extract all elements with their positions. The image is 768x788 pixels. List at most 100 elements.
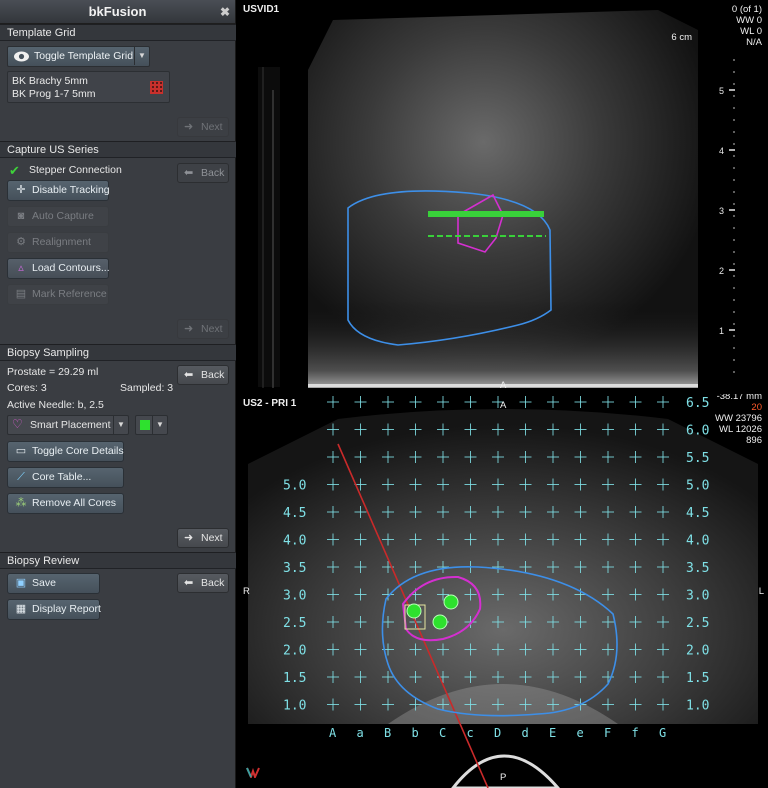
- placement-value: Smart Placement: [30, 419, 111, 431]
- grid-row-label: 2.0: [686, 644, 709, 659]
- biopsy-back-label: Back: [201, 369, 225, 381]
- grid-column-label: a: [357, 726, 364, 740]
- report-icon: ▦: [15, 603, 27, 615]
- arrow-right-icon: ➜: [184, 532, 194, 544]
- core-marker[interactable]: [406, 603, 422, 619]
- depth-scale: 5 4 3 2 1: [719, 59, 735, 373]
- display-report-button[interactable]: ▦ Display Report: [7, 599, 101, 620]
- sampled-count: Sampled: 3: [120, 382, 174, 394]
- depth-tick-label: 2: [719, 266, 724, 276]
- chevron-down-icon[interactable]: ▼: [152, 416, 167, 434]
- list-item[interactable]: BK Brachy 5mm: [12, 75, 88, 87]
- mark-reference-button[interactable]: ▤ Mark Reference: [7, 284, 109, 305]
- us-viewport-axial[interactable]: 6.5 6.0 5.5 5.0 5.0 4.5 4.5 4.0 4.0 3.5 3.5 3.0 3.0 2…: [238, 394, 768, 788]
- chevron-down-icon[interactable]: ▼: [134, 47, 149, 65]
- grid-row-label: 2.0: [283, 644, 306, 659]
- capture-next-button[interactable]: ➜ Next: [177, 319, 229, 339]
- review-back-button[interactable]: ⬅ Back: [177, 573, 229, 593]
- list-item[interactable]: BK Prog 1-7 5mm: [12, 88, 95, 100]
- needle-icon: ⟋: [17, 471, 25, 483]
- grid-row-label: 3.5: [283, 561, 306, 576]
- grid-row-label: 3.0: [283, 589, 306, 604]
- depth-tick-label: 4: [719, 146, 724, 156]
- realignment-button[interactable]: ⚙ Realignment: [7, 232, 109, 253]
- placement-select[interactable]: ♡ Smart Placement ▼: [7, 415, 129, 435]
- grid-row-label: 5.5: [686, 451, 709, 466]
- biopsy-next-label: Next: [201, 532, 223, 544]
- grid-row-label: 6.5: [686, 396, 709, 411]
- grid-column-label: B: [384, 726, 391, 740]
- capture-back-button[interactable]: ⬅ Back: [177, 163, 229, 183]
- depth-label: 6 cm: [671, 32, 692, 43]
- sagittal-ultrasound-image: 5 4 3 2 1: [258, 10, 735, 388]
- template-next-label: Next: [201, 121, 223, 133]
- grid-row-label: 1.5: [283, 671, 306, 686]
- core-marker[interactable]: [432, 614, 448, 630]
- left-marker: L: [758, 586, 764, 597]
- template-grid-section: Template Grid Toggle Template Grid ▼ BK …: [0, 24, 236, 141]
- grid-row-label: 2.5: [283, 616, 306, 631]
- biopsy-next-button[interactable]: ➜ Next: [177, 528, 229, 548]
- arrow-right-icon: ➜: [184, 121, 194, 133]
- remove-all-cores-button[interactable]: ⁂ Remove All Cores: [7, 493, 124, 514]
- grid-row-label: 3.0: [686, 589, 709, 604]
- window-level-info: 0 (of 1) WW 0 WL 0 N/A: [732, 4, 762, 48]
- window-width: WW 0: [736, 15, 762, 26]
- grid-column-label: f: [632, 726, 639, 740]
- template-grid-list[interactable]: BK Brachy 5mm BK Prog 1-7 5mm: [7, 71, 170, 103]
- viewport-label: USVID1: [243, 4, 280, 15]
- camera-icon: ◙: [17, 210, 25, 222]
- color-swatch-icon: [140, 420, 150, 430]
- grid-column-label: E: [549, 726, 556, 740]
- viewport-label: US2 - PRI 1: [243, 398, 297, 409]
- core-table-button[interactable]: ⟋ Core Table...: [7, 467, 124, 488]
- template-grid-icon: [150, 81, 163, 94]
- capture-next-label: Next: [201, 323, 223, 335]
- save-button[interactable]: ▣ Save: [7, 573, 100, 594]
- posterior-marker: P: [500, 772, 507, 783]
- grid-column-label: A: [329, 726, 337, 740]
- grid-column-label: c: [467, 726, 474, 740]
- crosshair-icon: ✛: [16, 184, 26, 196]
- biopsy-back-button[interactable]: ⬅ Back: [177, 365, 229, 385]
- review-back-label: Back: [201, 577, 225, 589]
- us-viewport-sagittal[interactable]: 5 4 3 2 1 USVID1 0 (of 1) WW 0 WL 0 N/A 6 cm…: [238, 0, 768, 392]
- load-contours-button[interactable]: ▵ Load Contours...: [7, 258, 110, 279]
- window-level: WL 12026: [719, 424, 762, 435]
- window-width: WW 23796: [715, 413, 762, 424]
- auto-capture-label: Auto Capture: [32, 210, 94, 222]
- app-title-bar: bkFusion ✖: [0, 0, 235, 24]
- active-needle: Active Needle: b, 2.5: [7, 399, 104, 411]
- axial-ultrasound-image: 6.5 6.0 5.5 5.0 5.0 4.5 4.5 4.0 4.0 3.5 3.5 3.0 3.0 2…: [248, 396, 758, 788]
- toggle-core-details-label: Toggle Core Details: [32, 445, 124, 457]
- template-grid-header: Template Grid: [0, 25, 236, 41]
- grid-row-label: 4.0: [686, 534, 709, 549]
- contour-icon: ▵: [18, 262, 24, 274]
- core-color-select[interactable]: ▼: [135, 415, 168, 435]
- disable-tracking-button[interactable]: ✛ Disable Tracking: [7, 180, 110, 201]
- anterior-marker: A: [500, 380, 507, 391]
- grid-row-label: 2.5: [686, 616, 709, 631]
- grid-column-label: F: [604, 726, 611, 740]
- arrow-left-icon: ⬅: [184, 577, 194, 589]
- toggle-template-grid-button[interactable]: Toggle Template Grid ▼: [7, 46, 150, 67]
- core-table-label: Core Table...: [32, 471, 92, 483]
- anterior-marker: A: [500, 400, 507, 411]
- capture-us-section: Capture US Series ✔ Stepper Connection ⬅…: [0, 141, 236, 344]
- chevron-down-icon[interactable]: ▼: [113, 416, 128, 434]
- realignment-label: Realignment: [32, 236, 91, 248]
- grid-row-label: 1.0: [686, 699, 709, 714]
- core-details-icon: ▭: [15, 445, 27, 457]
- depth-tick-label: 5: [719, 86, 724, 96]
- grid-column-label: d: [522, 726, 529, 740]
- auto-capture-button[interactable]: ◙ Auto Capture: [7, 206, 109, 227]
- capture-us-header: Capture US Series: [0, 142, 236, 158]
- arrow-right-icon: ➜: [184, 323, 194, 335]
- toggle-core-details-button[interactable]: ▭ Toggle Core Details: [7, 441, 124, 462]
- grid-row-label: 4.0: [283, 534, 306, 549]
- frame-count: 0 (of 1): [731, 4, 762, 15]
- close-icon[interactable]: ✖: [220, 0, 230, 24]
- template-next-button[interactable]: ➜ Next: [177, 117, 229, 137]
- cores-count: Cores: 3: [7, 382, 47, 394]
- core-marker[interactable]: [443, 594, 459, 610]
